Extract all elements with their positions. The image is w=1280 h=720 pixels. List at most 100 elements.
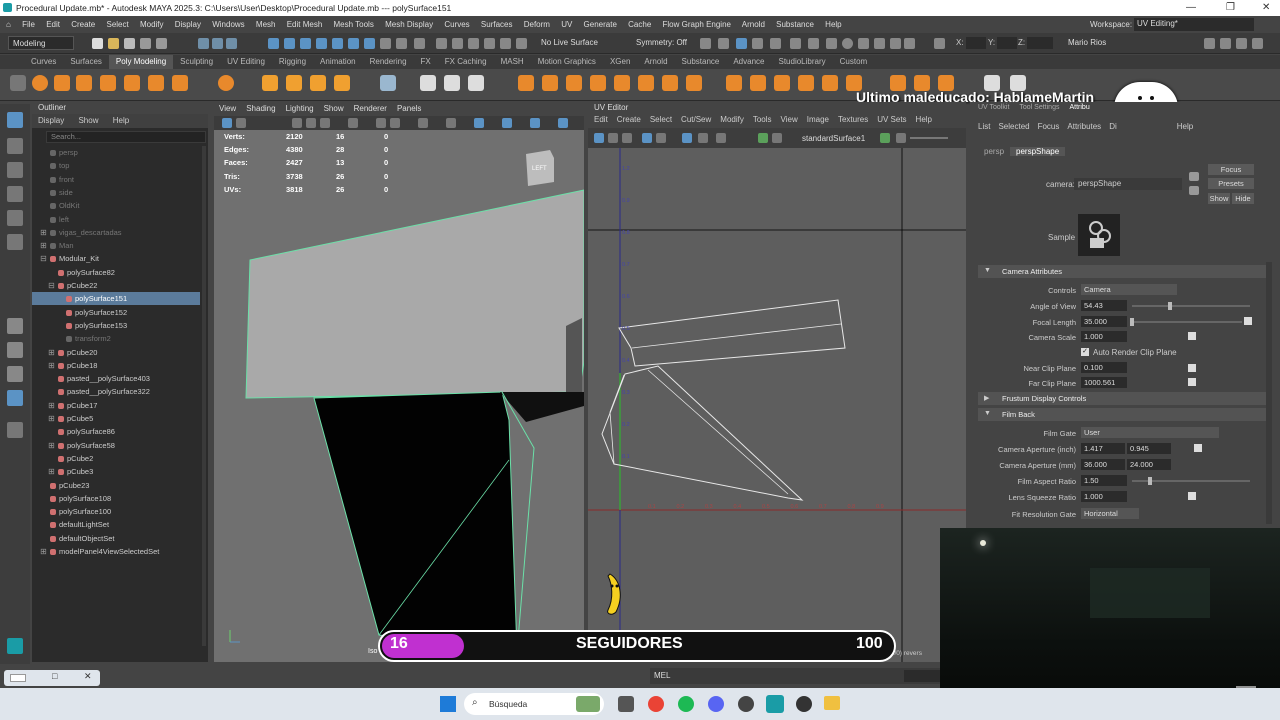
wireframe-icon[interactable] [306, 118, 316, 128]
uv-texture-icon[interactable] [642, 133, 652, 143]
aov-slider[interactable] [1132, 305, 1250, 307]
minimize-button[interactable]: — [1186, 0, 1196, 16]
sweep-mesh-icon[interactable] [286, 75, 302, 91]
save-scene-icon[interactable] [124, 38, 135, 49]
select-object-icon[interactable] [212, 38, 223, 49]
outliner-item[interactable]: ⊞ modelPanel4ViewSelectedSet [32, 545, 200, 558]
uv-exposure-icon[interactable] [880, 133, 890, 143]
user-account[interactable]: Mario Rios [1068, 38, 1106, 47]
menu-substance[interactable]: Substance [776, 20, 814, 29]
collapse-icon[interactable]: ⊟ [48, 279, 55, 292]
presets-button[interactable]: Presets [1208, 178, 1254, 189]
move-tool-icon[interactable] [7, 186, 23, 202]
slide-edge-icon[interactable] [822, 75, 838, 91]
outliner-item[interactable]: ⊟ Modular_Kit [32, 252, 200, 265]
menu-curves[interactable]: Curves [444, 20, 469, 29]
outliner-scrollbar[interactable] [202, 146, 206, 646]
color-management-icon[interactable] [558, 118, 568, 128]
aperture-inch-y-field[interactable]: 0.945 [1127, 443, 1171, 454]
snap-curve-icon[interactable] [452, 38, 463, 49]
expand-triangle-icon[interactable]: ▶ [984, 394, 989, 402]
outliner-item[interactable]: ⊞ pCube5 [32, 412, 200, 425]
toggle-channel-box-icon[interactable] [1220, 38, 1231, 49]
viewport-menu-panels[interactable]: Panels [397, 104, 421, 113]
smooth-icon[interactable] [444, 75, 460, 91]
show-button[interactable]: Show [1208, 193, 1230, 204]
poly-plane-icon[interactable] [148, 75, 164, 91]
menu-windows[interactable]: Windows [212, 20, 244, 29]
shelf-tab-xgen[interactable]: XGen [603, 55, 637, 69]
expand-icon[interactable]: ⊞ [48, 399, 55, 412]
gamma-icon[interactable] [530, 118, 540, 128]
render-history-icon[interactable] [700, 38, 711, 49]
shelf-tab-fx[interactable]: FX [414, 55, 438, 69]
outliner-item[interactable]: ⊞ pCube3 [32, 465, 200, 478]
menu-mesh-tools[interactable]: Mesh Tools [334, 20, 374, 29]
shelf-tab-motion-graphics[interactable]: Motion Graphics [531, 55, 603, 69]
menu-select[interactable]: Select [106, 20, 128, 29]
uv-layout-icon[interactable] [7, 390, 23, 406]
viewport-menu-lighting[interactable]: Lighting [286, 104, 314, 113]
outliner-item[interactable]: ⊞ pCube20 [32, 346, 200, 359]
viewport-panel[interactable]: View Shading Lighting Show Renderer Panels LE… [214, 102, 584, 662]
outliner-item[interactable]: persp [32, 146, 200, 159]
select-component-icon[interactable] [226, 38, 237, 49]
uv-menu-select[interactable]: Select [650, 115, 672, 124]
collapse-triangle-icon[interactable]: ▼ [984, 267, 991, 274]
restore-icon[interactable]: □ [52, 671, 57, 681]
outliner-menu-help[interactable]: Help [113, 116, 129, 125]
redo-icon[interactable] [156, 38, 167, 49]
poly-disc-icon[interactable] [172, 75, 188, 91]
focus-button[interactable]: Focus [1208, 164, 1254, 175]
menu-create[interactable]: Create [71, 20, 95, 29]
ae-menu-display[interactable]: Di [1109, 122, 1117, 131]
ae-menu-focus[interactable]: Focus [1038, 122, 1060, 131]
controls-select[interactable]: Camera [1081, 284, 1177, 295]
uv-checker-icon[interactable] [622, 133, 632, 143]
xray-icon[interactable] [446, 118, 456, 128]
target-weld-icon[interactable] [798, 75, 814, 91]
outliner-item[interactable]: polySurface153 [32, 319, 200, 332]
shelf-tab-rendering[interactable]: Rendering [363, 55, 414, 69]
viewport-menu-shading[interactable]: Shading [246, 104, 275, 113]
viewport-menu-renderer[interactable]: Renderer [354, 104, 387, 113]
film-gate-select[interactable]: User [1081, 427, 1219, 438]
menu-edit-mesh[interactable]: Edit Mesh [287, 20, 323, 29]
toggle-tool-settings-icon[interactable] [1252, 38, 1263, 49]
shelf-tab-rigging[interactable]: Rigging [272, 55, 313, 69]
collapse-icon[interactable]: ⊟ [40, 252, 47, 265]
snap-surface-icon[interactable] [516, 38, 527, 49]
uv-distortion-icon[interactable] [656, 133, 666, 143]
invert-icon[interactable] [414, 38, 425, 49]
menu-uv[interactable]: UV [561, 20, 572, 29]
select-edge-icon[interactable] [284, 38, 295, 49]
multi-cut-icon[interactable] [726, 75, 742, 91]
expand-icon[interactable]: ⊞ [48, 346, 55, 359]
ae-menu-attributes[interactable]: Attributes [1067, 122, 1101, 131]
poly-cylinder-icon[interactable] [76, 75, 92, 91]
outliner-item[interactable]: polySurface82 [32, 266, 200, 279]
menu-arnold[interactable]: Arnold [742, 20, 765, 29]
tab-tool-settings[interactable]: Tool Settings [1019, 104, 1059, 111]
separate-icon[interactable] [420, 75, 436, 91]
uv-canvas[interactable]: 0.1 0.2 0.3 0.4 0.5 0.6 0.7 0.8 0.9 1.2 0.9 0.8 0.7 0… [588, 148, 966, 662]
bool-union-icon[interactable] [590, 75, 606, 91]
y-field[interactable] [997, 37, 1017, 49]
outliner-item[interactable]: pasted__polySurface322 [32, 385, 200, 398]
ipr-icon[interactable] [790, 38, 801, 49]
open-scene-icon[interactable] [108, 38, 119, 49]
undo-icon[interactable] [140, 38, 151, 49]
uv-camera-icon[interactable] [698, 133, 708, 143]
menu-cache[interactable]: Cache [628, 20, 651, 29]
textured-icon[interactable] [348, 118, 358, 128]
xray-joints-icon[interactable] [474, 118, 484, 128]
select-multi-icon[interactable] [348, 38, 359, 49]
expand-icon[interactable]: ⊞ [40, 545, 47, 558]
shelf-tab-substance[interactable]: Substance [675, 55, 727, 69]
arnold-ipr-icon[interactable] [826, 38, 837, 49]
menu-generate[interactable]: Generate [584, 20, 617, 29]
insert-edge-loop-icon[interactable] [750, 75, 766, 91]
uv-menu-image[interactable]: Image [807, 115, 829, 124]
select-face-icon[interactable] [300, 38, 311, 49]
outliner-search-input[interactable]: Search... [46, 131, 206, 143]
